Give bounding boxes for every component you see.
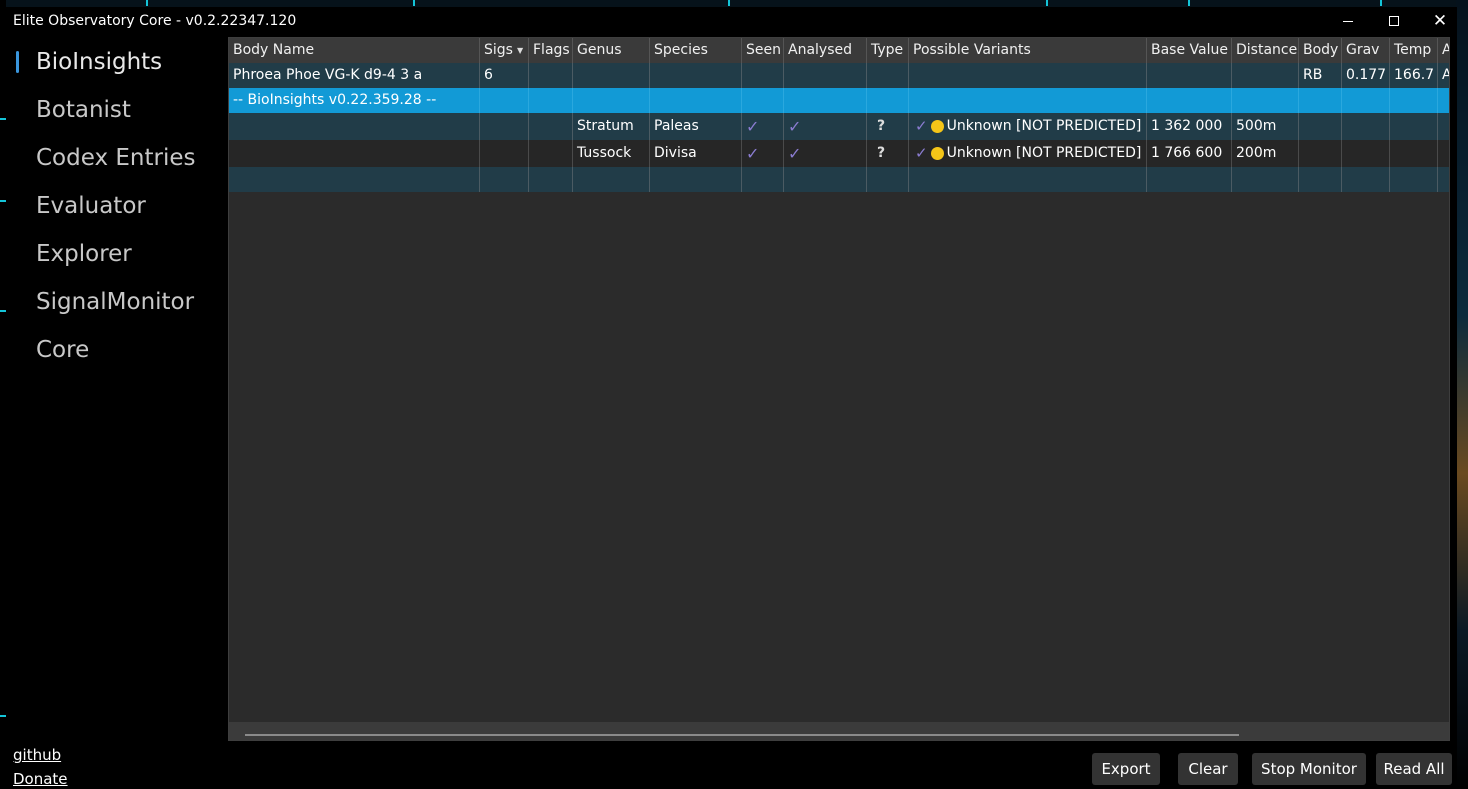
maximize-icon bbox=[1389, 16, 1399, 26]
column-header-grav[interactable]: Grav bbox=[1342, 38, 1390, 63]
table-row-empty[interactable] bbox=[229, 167, 1449, 192]
column-header-a[interactable]: A bbox=[1438, 38, 1449, 63]
clear-button[interactable]: Clear bbox=[1178, 753, 1238, 785]
selected-indicator bbox=[16, 51, 19, 73]
cell-variants: ✓ Unknown [NOT PREDICTED] bbox=[909, 140, 1147, 167]
checkmark-icon: ✓ bbox=[915, 117, 928, 135]
app-window: Elite Observatory Core - v0.2.22347.120 … bbox=[6, 7, 1457, 789]
column-header-distance[interactable]: Distance bbox=[1232, 38, 1299, 63]
status-dot-icon bbox=[930, 147, 944, 160]
cell-seen: ✓ bbox=[742, 113, 784, 140]
stop-monitor-button[interactable]: Stop Monitor bbox=[1252, 753, 1366, 785]
sidebar-item-label: BioInsights bbox=[36, 49, 163, 75]
column-header-base-value[interactable]: Base Value bbox=[1147, 38, 1232, 63]
column-header-analysed[interactable]: Analysed bbox=[784, 38, 867, 63]
cell-type bbox=[867, 63, 909, 88]
table-row-species[interactable]: Stratum Paleas ✓ ✓ ? ✓ Unknown [NOT PREDI… bbox=[229, 113, 1449, 140]
title-bar[interactable]: Elite Observatory Core - v0.2.22347.120 … bbox=[6, 7, 1457, 35]
checkmark-icon: ✓ bbox=[746, 144, 760, 163]
column-header-body-name[interactable]: Body Name bbox=[229, 38, 480, 63]
cell-seen: ✓ bbox=[742, 140, 784, 167]
cell-sigs: 6 bbox=[480, 63, 529, 88]
sidebar-item-codex-entries[interactable]: Codex Entries bbox=[6, 141, 228, 189]
cell-distance bbox=[1232, 63, 1299, 88]
sidebar-item-core[interactable]: Core bbox=[6, 333, 228, 381]
scrollbar-thumb[interactable] bbox=[245, 734, 1239, 736]
export-button[interactable]: Export bbox=[1092, 753, 1160, 785]
checkmark-icon: ✓ bbox=[788, 117, 802, 136]
sidebar-item-label: Evaluator bbox=[36, 193, 146, 219]
column-header-flags[interactable]: Flags bbox=[529, 38, 573, 63]
donate-link[interactable]: Donate bbox=[13, 767, 68, 789]
cell-a: A bbox=[1438, 63, 1449, 88]
window-title: Elite Observatory Core - v0.2.22347.120 bbox=[13, 13, 297, 29]
read-all-button[interactable]: Read All bbox=[1376, 753, 1452, 785]
cell-base-value bbox=[1147, 63, 1232, 88]
column-header-genus[interactable]: Genus bbox=[573, 38, 650, 63]
sidebar-item-label: Botanist bbox=[36, 97, 131, 123]
sidebar-item-signalmonitor[interactable]: SignalMonitor bbox=[6, 285, 228, 333]
minimize-button[interactable] bbox=[1325, 7, 1371, 35]
sidebar-item-label: Codex Entries bbox=[36, 145, 196, 171]
sidebar-item-evaluator[interactable]: Evaluator bbox=[6, 189, 228, 237]
column-header-temp[interactable]: Temp bbox=[1390, 38, 1438, 63]
sidebar-item-explorer[interactable]: Explorer bbox=[6, 237, 228, 285]
sort-descending-icon: ▼ bbox=[516, 46, 524, 55]
column-header-body[interactable]: Body bbox=[1299, 38, 1342, 63]
footer-links: github Donate bbox=[13, 743, 68, 789]
cell-analysed: ✓ bbox=[784, 113, 867, 140]
column-header-species[interactable]: Species bbox=[650, 38, 742, 63]
cell-species bbox=[650, 63, 742, 88]
cell-genus bbox=[573, 63, 650, 88]
cell-seen bbox=[742, 63, 784, 88]
data-grid[interactable]: Body Name Sigs ▼ Flags Genus Species Seen… bbox=[228, 37, 1450, 741]
checkmark-icon: ✓ bbox=[746, 117, 760, 136]
column-header-possible-variants[interactable]: Possible Variants bbox=[909, 38, 1147, 63]
cell-genus: Tussock bbox=[573, 140, 650, 167]
cell-genus: Stratum bbox=[573, 113, 650, 140]
close-icon: ✕ bbox=[1432, 11, 1448, 31]
column-header-type[interactable]: Type bbox=[867, 38, 909, 63]
cell-base-value: 1 766 600 bbox=[1147, 140, 1232, 167]
cell-base-value: 1 362 000 bbox=[1147, 113, 1232, 140]
desktop-background-strip bbox=[0, 0, 1468, 7]
column-header-seen[interactable]: Seen bbox=[742, 38, 784, 63]
cell-flags bbox=[529, 63, 573, 88]
cell-distance: 200m bbox=[1232, 140, 1299, 167]
cell-distance: 500m bbox=[1232, 113, 1299, 140]
desktop-background-right bbox=[1456, 0, 1468, 789]
cell-variants: ✓ Unknown [NOT PREDICTED] bbox=[909, 113, 1147, 140]
cell-temp: 166.7 bbox=[1390, 63, 1438, 88]
table-row-body[interactable]: Phroea Phoe VG-K d9-4 3 a 6 RB 0.177 166… bbox=[229, 63, 1449, 88]
checkmark-icon: ✓ bbox=[915, 144, 928, 162]
cell-type: ? bbox=[867, 140, 909, 167]
cell-variants bbox=[909, 63, 1147, 88]
table-row-plugin-header[interactable]: -- BioInsights v0.22.359.28 -- bbox=[229, 88, 1449, 113]
maximize-button[interactable] bbox=[1371, 7, 1417, 35]
plugin-sidebar: BioInsights Botanist Codex Entries Evalu… bbox=[6, 45, 228, 381]
github-link[interactable]: github bbox=[13, 743, 68, 767]
cell-species: Divisa bbox=[650, 140, 742, 167]
cell-plugin-label: -- BioInsights v0.22.359.28 -- bbox=[229, 88, 480, 113]
sidebar-item-label: Core bbox=[36, 337, 90, 363]
horizontal-scrollbar[interactable] bbox=[229, 722, 1449, 740]
cell-body: RB bbox=[1299, 63, 1342, 88]
status-dot-icon bbox=[930, 120, 944, 133]
cell-species: Paleas bbox=[650, 113, 742, 140]
column-header-sigs[interactable]: Sigs ▼ bbox=[480, 38, 529, 63]
sidebar-item-label: SignalMonitor bbox=[36, 289, 195, 315]
sidebar-item-bioinsights[interactable]: BioInsights bbox=[6, 45, 228, 93]
grid-header-row: Body Name Sigs ▼ Flags Genus Species Seen… bbox=[229, 38, 1449, 63]
cell-body-name: Phroea Phoe VG-K d9-4 3 a bbox=[229, 63, 480, 88]
cell-analysed bbox=[784, 63, 867, 88]
sidebar-item-label: Explorer bbox=[36, 241, 132, 267]
checkmark-icon: ✓ bbox=[788, 144, 802, 163]
cell-grav: 0.177 bbox=[1342, 63, 1390, 88]
cell-type: ? bbox=[867, 113, 909, 140]
table-row-species[interactable]: Tussock Divisa ✓ ✓ ? ✓ Unknown [NOT PREDI… bbox=[229, 140, 1449, 167]
minimize-icon bbox=[1343, 21, 1353, 22]
close-button[interactable]: ✕ bbox=[1417, 7, 1463, 35]
sidebar-item-botanist[interactable]: Botanist bbox=[6, 93, 228, 141]
cell-analysed: ✓ bbox=[784, 140, 867, 167]
